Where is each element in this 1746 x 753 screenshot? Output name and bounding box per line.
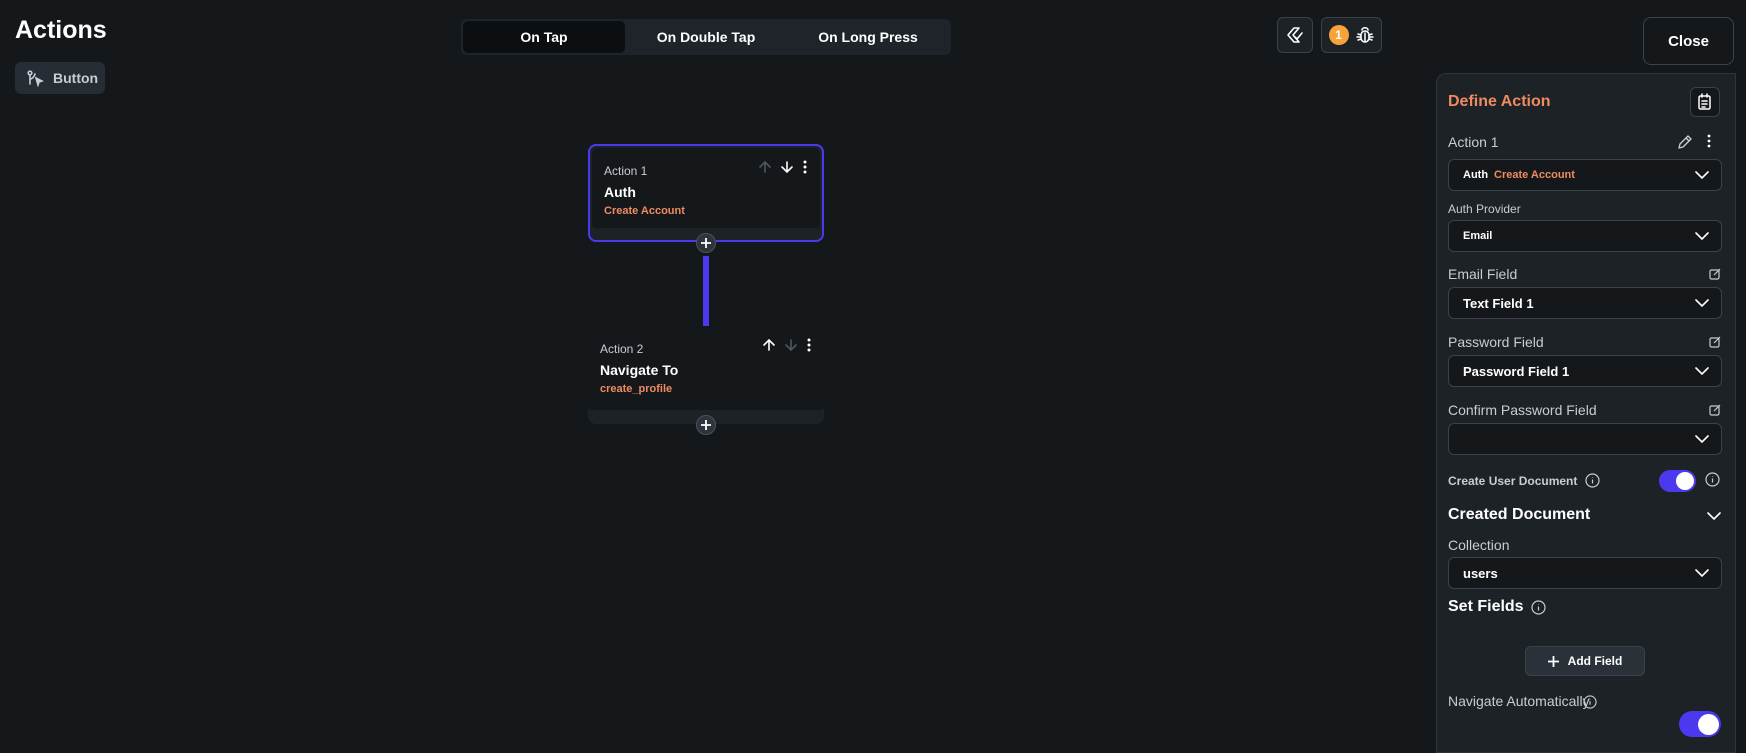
flutter-test-button[interactable] [1277, 17, 1313, 53]
action-card-body: Action 2 Navigate To create_profile [588, 326, 824, 410]
move-up-icon[interactable] [758, 160, 772, 174]
confirm-password-dropdown[interactable] [1448, 423, 1722, 455]
edit-box-icon[interactable] [1709, 336, 1721, 348]
email-field-dropdown[interactable]: Text Field 1 [1448, 287, 1722, 319]
bug-icon [1355, 25, 1375, 45]
created-document-title: Created Document [1448, 506, 1591, 523]
action-card-subtitle: create_profile [600, 383, 673, 395]
navigate-automatically-label: Navigate Automatically [1448, 693, 1590, 709]
navigate-automatically-toggle[interactable] [1679, 711, 1721, 737]
plus-icon [701, 420, 711, 430]
page-title: Actions [15, 16, 107, 44]
action-card-body: Action 1 Auth Create Account [592, 148, 820, 228]
toggle-knob [1698, 713, 1719, 735]
edit-pencil-icon[interactable] [1677, 134, 1693, 150]
info-icon[interactable] [1705, 472, 1720, 487]
document-icon [1696, 93, 1714, 111]
action-card-title: Navigate To [600, 362, 679, 378]
auth-provider-value: Email [1463, 230, 1493, 242]
password-field-dropdown[interactable]: Password Field 1 [1448, 355, 1722, 387]
action-card-2[interactable]: Action 2 Navigate To create_profile [588, 326, 824, 424]
more-vert-icon[interactable] [1706, 134, 1712, 148]
chevron-down-icon [1695, 569, 1709, 577]
info-icon[interactable] [1531, 600, 1546, 615]
move-down-icon[interactable] [780, 160, 794, 174]
chevron-down-icon [1695, 232, 1709, 240]
action-card-label: Action 2 [600, 342, 644, 356]
flutter-check-icon [1285, 25, 1305, 45]
plus-icon [701, 238, 711, 248]
tab-on-double-tap[interactable]: On Double Tap [625, 21, 787, 53]
tab-on-long-press[interactable]: On Long Press [787, 21, 949, 53]
trigger-tabs: On Tap On Double Tap On Long Press [461, 19, 951, 55]
more-vert-icon[interactable] [806, 338, 812, 352]
action-card-tools [758, 160, 808, 174]
plus-icon [1547, 655, 1559, 667]
info-icon[interactable] [1583, 695, 1597, 709]
email-field-label: Email Field [1448, 266, 1518, 282]
set-fields-title: Set Fields [1448, 598, 1524, 615]
action-card-1[interactable]: Action 1 Auth Create Account [588, 144, 824, 242]
chevron-down-icon [1695, 171, 1709, 179]
move-up-icon[interactable] [762, 338, 776, 352]
add-field-button[interactable]: Add Field [1525, 646, 1645, 676]
action-docs-button[interactable] [1690, 87, 1720, 117]
action-type-value: Create Account [1494, 169, 1575, 181]
collection-dropdown[interactable]: users [1448, 557, 1722, 589]
collection-value: users [1463, 565, 1498, 581]
more-vert-icon[interactable] [802, 160, 808, 174]
debug-issues-button[interactable]: 1 [1321, 17, 1382, 53]
auth-provider-label: Auth Provider [1448, 202, 1521, 216]
edit-box-icon[interactable] [1709, 268, 1721, 280]
password-field-label: Password Field [1448, 334, 1544, 350]
action-name: Action 1 [1448, 134, 1499, 150]
flow-connector [703, 256, 709, 326]
define-action-panel: Define Action Action 1 Auth Create Accou… [1436, 73, 1736, 753]
action-type-dropdown[interactable]: Auth Create Account [1448, 159, 1722, 191]
add-field-label: Add Field [1567, 654, 1623, 668]
issue-count-badge: 1 [1328, 25, 1349, 45]
add-action-button[interactable] [696, 415, 716, 435]
close-button[interactable]: Close [1643, 17, 1734, 65]
create-user-document-label: Create User Document [1448, 474, 1578, 488]
panel-heading: Define Action [1448, 93, 1551, 110]
branch-icon [27, 69, 44, 87]
move-down-icon[interactable] [784, 338, 798, 352]
action-card-label: Action 1 [604, 164, 648, 178]
email-field-value: Text Field 1 [1463, 295, 1534, 311]
component-label: Button [53, 70, 99, 86]
action-card-title: Auth [604, 184, 636, 200]
chevron-down-icon [1695, 435, 1709, 443]
action-type-prefix: Auth [1463, 169, 1489, 181]
info-icon[interactable] [1585, 473, 1600, 488]
auth-provider-dropdown[interactable]: Email [1448, 220, 1722, 252]
chevron-down-icon [1695, 367, 1709, 375]
confirm-password-label: Confirm Password Field [1448, 402, 1597, 418]
edit-box-icon[interactable] [1709, 404, 1721, 416]
tab-on-tap[interactable]: On Tap [463, 21, 625, 53]
action-card-tools [762, 338, 812, 352]
create-user-document-toggle[interactable] [1659, 470, 1696, 492]
chevron-down-icon[interactable] [1707, 512, 1721, 520]
chevron-down-icon [1695, 299, 1709, 307]
collection-label: Collection [1448, 537, 1510, 553]
action-card-subtitle: Create Account [604, 205, 685, 217]
component-chip[interactable]: Button [15, 62, 105, 94]
toggle-knob [1676, 472, 1694, 490]
password-field-value: Password Field 1 [1463, 363, 1570, 379]
add-action-button[interactable] [696, 233, 716, 253]
